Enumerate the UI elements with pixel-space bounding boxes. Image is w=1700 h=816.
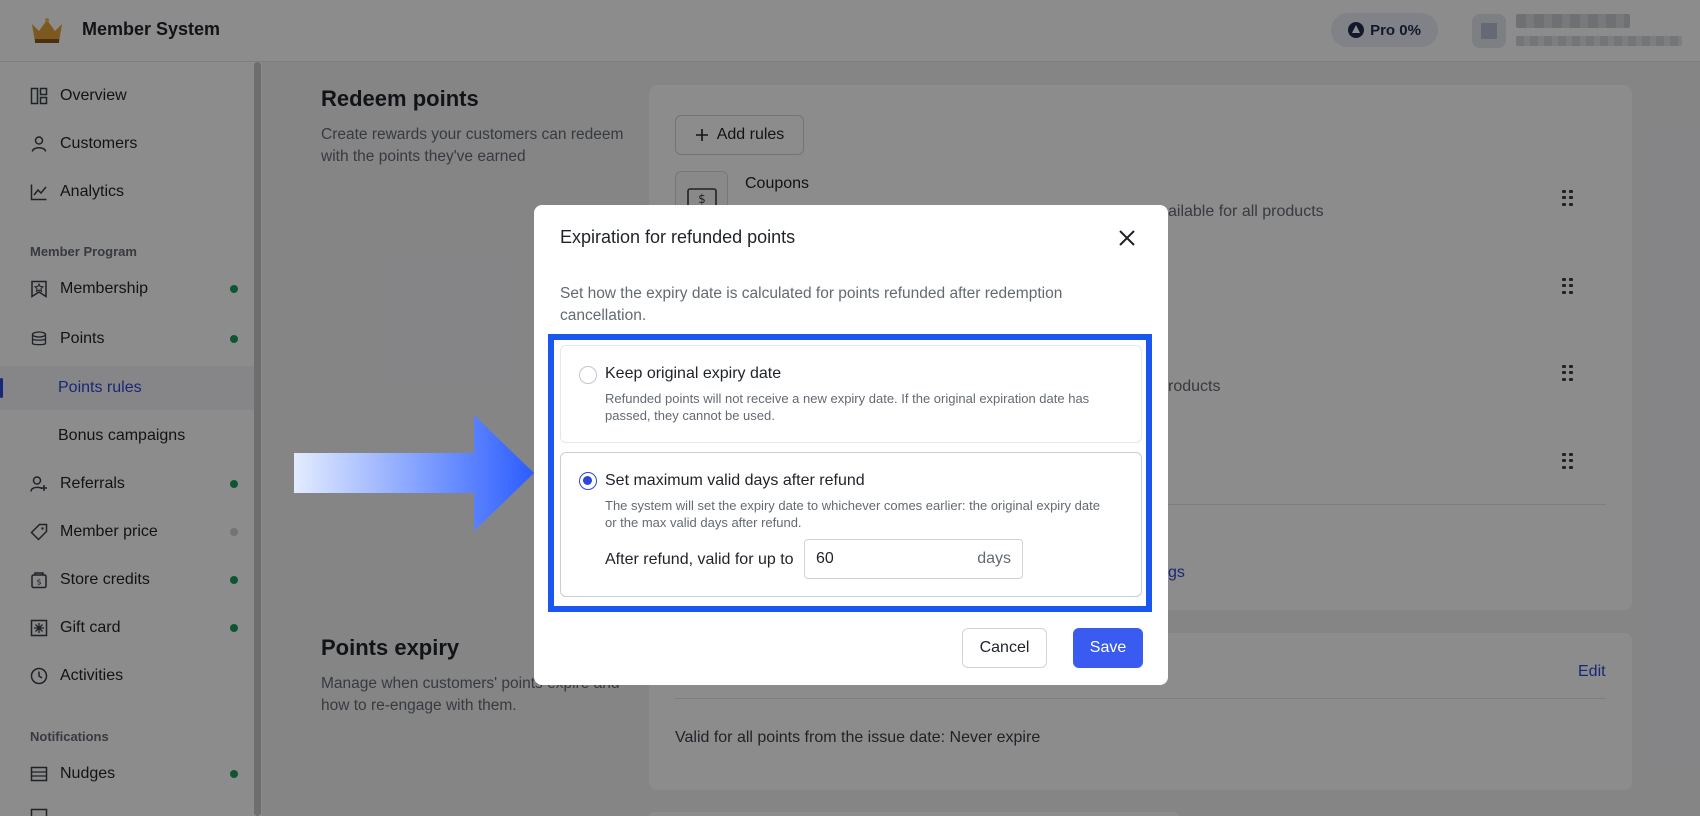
option-keep-original[interactable]: Keep original expiry date Refunded point… [560,345,1142,443]
annotation-arrow-icon [294,415,534,531]
dialog-title: Expiration for refunded points [560,227,796,247]
days-label: After refund, valid for up to [605,551,794,568]
cancel-button[interactable]: Cancel [962,628,1047,668]
valid-days-input[interactable] [816,549,956,569]
option-max-valid-days[interactable]: Set maximum valid days after refund The … [560,452,1142,597]
option-description: The system will set the expiry date to w… [605,498,1100,530]
refund-expiry-dialog: Expiration for refunded points Set how t… [534,205,1168,685]
option-description: Refunded points will not receive a new e… [605,391,1090,423]
dialog-description: Set how the expiry date is calculated fo… [560,285,1063,324]
days-suffix: days [977,550,1011,567]
valid-days-field[interactable]: days [804,539,1023,579]
radio-keep-original[interactable] [579,366,597,384]
close-button[interactable] [1114,225,1140,251]
radio-max-valid-days[interactable] [579,472,597,490]
save-button[interactable]: Save [1073,628,1143,668]
option-title: Keep original expiry date [605,365,782,382]
option-title: Set maximum valid days after refund [605,472,865,489]
close-icon [1119,230,1135,246]
